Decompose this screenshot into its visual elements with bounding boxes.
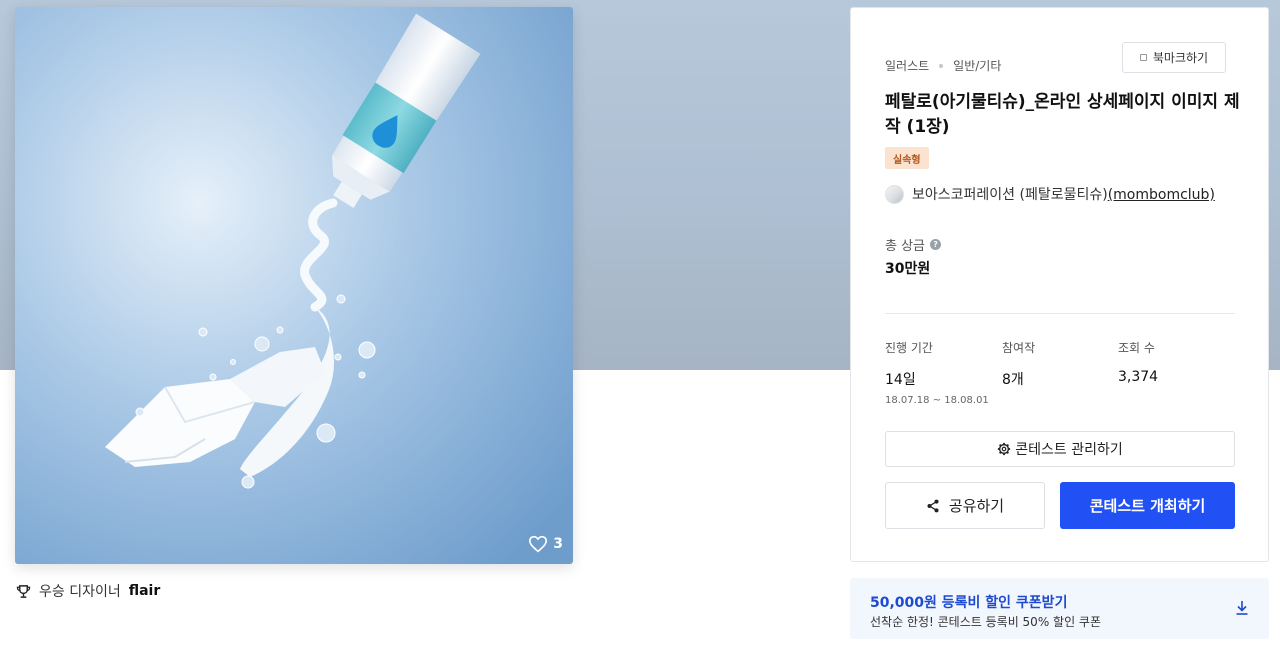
help-icon[interactable]: ? — [930, 239, 942, 250]
download-icon[interactable] — [1235, 600, 1249, 616]
contest-info-panel: 일러스트 일반/기타 북마크하기 페탈로(아기물티슈)_온라인 상세페이지 이미… — [850, 7, 1269, 562]
contest-title: 페탈로(아기물티슈)_온라인 상세페이지 이미지 제작 (1장) — [885, 92, 1240, 137]
breadcrumb: 일러스트 일반/기타 — [885, 57, 1001, 74]
winner-label: 우승 디자이너 — [39, 584, 121, 600]
host-handle[interactable]: (mombomclub) — [1108, 187, 1215, 203]
coupon-subtitle: 선착순 한정! 콘테스트 등록비 50% 할인 쿠폰 — [870, 615, 1102, 629]
trophy-icon — [16, 584, 31, 598]
stat-value: 8개 — [1002, 372, 1024, 388]
stat-label: 진행 기간 — [885, 341, 933, 355]
prize-label-text: 총 상금 — [885, 239, 926, 254]
stat-duration: 진행 기간 14일 18.07.18 ~ 18.08.01 — [885, 339, 989, 406]
manage-contest-button[interactable]: 콘테스트 관리하기 — [885, 431, 1235, 467]
host-name: 보아스코퍼레이션 (페탈로물티슈) — [912, 187, 1108, 203]
plan-badge: 실속형 — [885, 147, 929, 169]
share-label: 공유하기 — [948, 497, 1005, 515]
bookmark-label: 북마크하기 — [1152, 51, 1209, 65]
contest-artwork[interactable]: 3 — [15, 7, 573, 564]
host-contest-button[interactable]: 콘테스트 개최하기 — [1060, 482, 1235, 529]
coupon-title: 50,000원 등록비 할인 쿠폰받기 — [870, 595, 1068, 611]
like-count: 3 — [553, 536, 563, 552]
prize-value: 30만원 — [885, 261, 931, 277]
breadcrumb-subcategory[interactable]: 일반/기타 — [953, 57, 1001, 74]
stat-label: 조회 수 — [1118, 341, 1155, 355]
divider — [885, 313, 1235, 314]
breadcrumb-category[interactable]: 일러스트 — [885, 57, 929, 74]
stat-value: 3,374 — [1118, 369, 1159, 385]
coupon-banner[interactable]: 50,000원 등록비 할인 쿠폰받기 선착순 한정! 콘테스트 등록비 50%… — [850, 578, 1269, 639]
bookmark-button[interactable]: 북마크하기 — [1122, 42, 1226, 73]
manage-label: 콘테스트 관리하기 — [1015, 442, 1123, 458]
stat-label: 참여작 — [1002, 341, 1036, 355]
stat-date-range: 18.07.18 ~ 18.08.01 — [885, 395, 989, 406]
host-info[interactable]: 보아스코퍼레이션 (페탈로물티슈)(mombomclub) — [885, 184, 1215, 204]
host-avatar — [885, 184, 904, 204]
stat-value: 14일 — [885, 372, 916, 388]
share-icon — [927, 499, 939, 512]
breadcrumb-separator — [939, 63, 944, 68]
stat-entries: 참여작 8개 — [1002, 339, 1035, 389]
share-button[interactable]: 공유하기 — [885, 482, 1045, 529]
gear-icon — [998, 442, 1011, 456]
heart-icon — [529, 535, 548, 553]
artwork-illustration — [15, 7, 573, 564]
bookmark-icon — [1139, 54, 1147, 61]
like-button[interactable]: 3 — [528, 535, 563, 553]
prize-label: 총 상금 ? — [885, 235, 942, 254]
stat-views: 조회 수 3,374 — [1118, 339, 1158, 385]
winner-name[interactable]: flair — [129, 583, 161, 599]
winner-info: 우승 디자이너 flair — [16, 581, 160, 601]
